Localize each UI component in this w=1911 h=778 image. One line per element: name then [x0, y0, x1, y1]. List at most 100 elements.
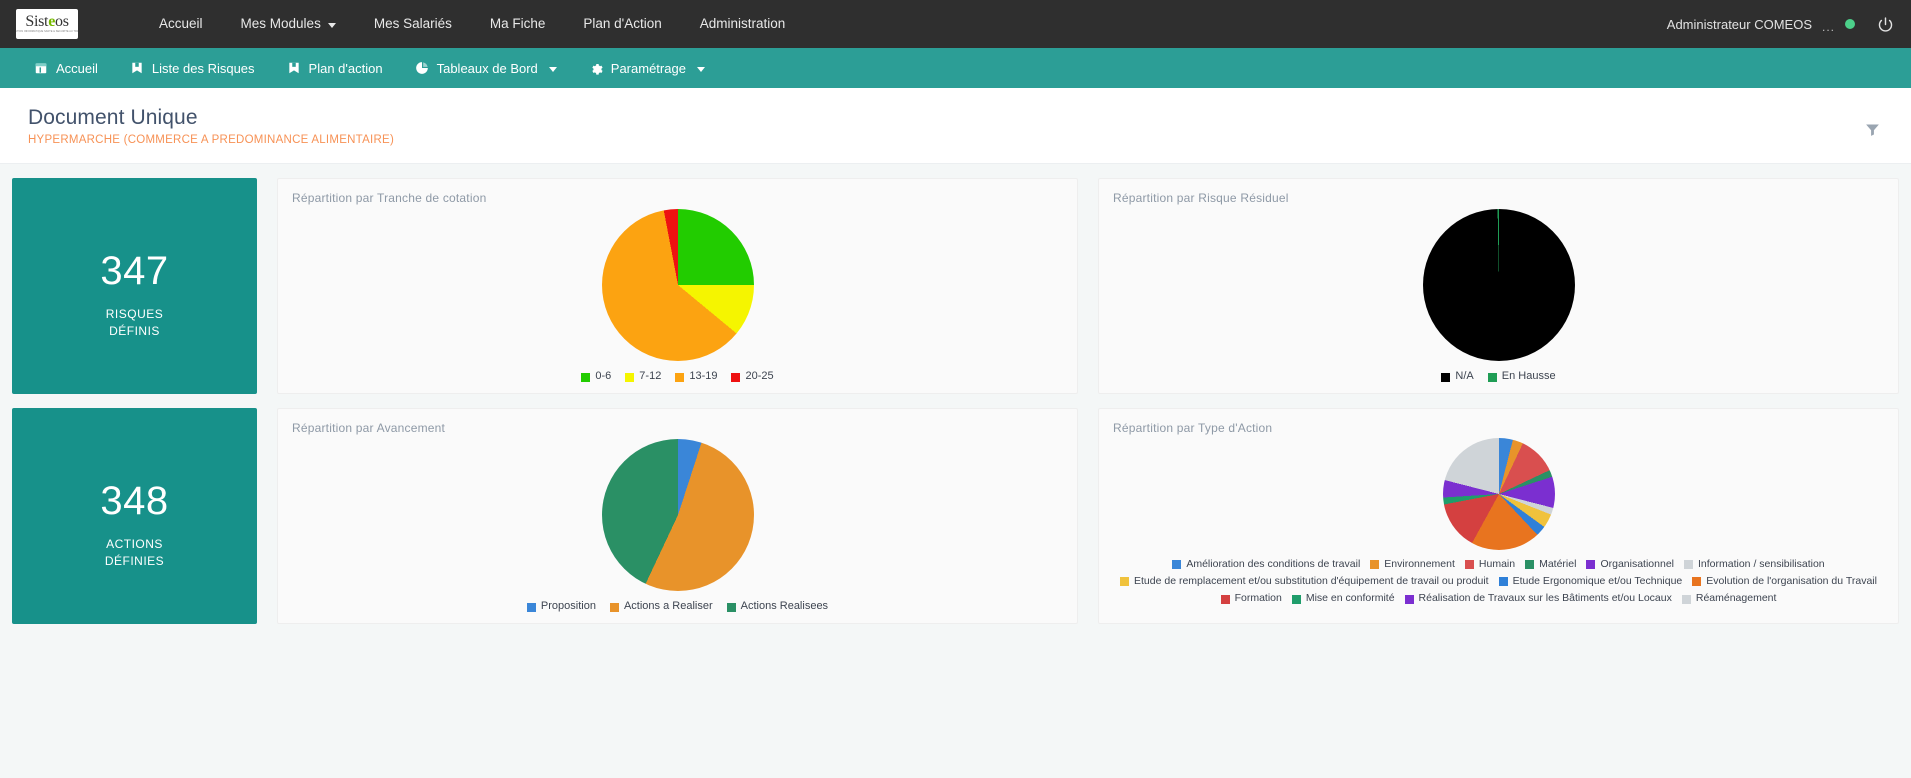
legend-swatch: [731, 372, 741, 382]
chart-title: Répartition par Tranche de cotation: [292, 191, 487, 205]
nav-label: Accueil: [159, 16, 203, 31]
chart-plot-area: [292, 205, 1063, 365]
legend-item[interactable]: Actions Realisees: [726, 599, 829, 615]
chart-title: Répartition par Avancement: [292, 421, 446, 435]
chevron-down-icon: [327, 22, 336, 28]
pie-chart-risque-residuel[interactable]: [1422, 209, 1575, 362]
chart-legend: Proposition Actions a Realiser Actions Rea…: [292, 595, 1063, 623]
subnav-item-plan-daction[interactable]: Plan d'action: [271, 48, 399, 88]
chart-card-tranche-cotation: Répartition par Tranche de cotation 0-6 7…: [277, 178, 1078, 394]
nav-item-mes-salaries[interactable]: Mes Salariés: [355, 0, 471, 48]
kpi-label-line2: DÉFINIES: [104, 553, 165, 568]
legend-label: 13-19: [689, 370, 718, 383]
legend-swatch: [1120, 577, 1130, 587]
kpi-card-risques[interactable]: 347 RISQUES DÉFINIS: [12, 178, 257, 394]
legend-label: Etude Ergonomique et/ou Technique: [1512, 575, 1683, 588]
dashboard-grid: 347 RISQUES DÉFINIS Répartition par Tran…: [0, 164, 1911, 624]
nav-item-plan-daction[interactable]: Plan d'Action: [564, 0, 680, 48]
legend-item[interactable]: Etude de remplacement et/ou substitution…: [1120, 574, 1489, 589]
legend-item[interactable]: Mise en conformité: [1291, 591, 1395, 606]
legend-item[interactable]: 20-25: [731, 369, 774, 385]
legend-label: En Hausse: [1501, 370, 1556, 383]
legend-item[interactable]: N/A: [1441, 369, 1474, 385]
kpi-value: 348: [100, 479, 169, 524]
page-subtitle: HYPERMARCHE (COMMERCE A PREDOMINANCE ALI…: [28, 134, 395, 146]
legend-label: Proposition: [540, 600, 596, 613]
legend-item[interactable]: Formation: [1220, 591, 1282, 606]
subnav-label: Plan d'action: [308, 60, 383, 76]
logo-text-end: os: [55, 13, 69, 31]
subnav-label: Paramétrage: [610, 60, 686, 76]
legend-label: Actions a Realiser: [623, 600, 713, 613]
legend-label: Amélioration des conditions de travail: [1186, 558, 1361, 570]
legend-item[interactable]: 13-19: [675, 369, 717, 385]
legend-item[interactable]: Proposition: [526, 599, 596, 615]
legend-item[interactable]: Environnement: [1370, 557, 1455, 572]
legend-item[interactable]: Organisationnel: [1586, 557, 1674, 572]
subnav-item-tableaux-de-bord[interactable]: Tableaux de Bord: [399, 48, 573, 88]
page-title: Document Unique: [28, 106, 198, 129]
legend-swatch: [1220, 594, 1230, 604]
legend-label: Réaménagement: [1695, 592, 1777, 605]
legend-item[interactable]: 0-6: [581, 369, 611, 385]
legend-label: Formation: [1234, 592, 1282, 605]
apple-icon: e: [48, 13, 55, 31]
legend-swatch: [581, 372, 591, 382]
online-status-indicator: [1845, 19, 1855, 29]
legend-item[interactable]: Réaménagement: [1681, 591, 1777, 606]
legend-label: Evolution de l'organisation du Travail: [1706, 575, 1877, 588]
legend-item[interactable]: Evolution de l'organisation du Travail: [1692, 574, 1877, 589]
nav-label: Mes Salariés: [373, 16, 452, 31]
chart-legend: 0-6 7-12 13-19 20-25: [292, 365, 1063, 393]
chart-plot-area: [292, 435, 1063, 595]
legend-item[interactable]: Amélioration des conditions de travail: [1172, 557, 1360, 572]
current-user-label: Administrateur COMEOS: [1666, 16, 1812, 32]
pie-chart-tranche-cotation[interactable]: [601, 209, 754, 362]
legend-item[interactable]: Humain: [1464, 557, 1515, 572]
legend-item[interactable]: Actions a Realiser: [609, 599, 713, 615]
legend-label: Mise en conformité: [1305, 592, 1395, 605]
legend-item[interactable]: 7-12: [625, 369, 661, 385]
legend-swatch: [526, 602, 536, 612]
power-icon[interactable]: [1875, 14, 1895, 34]
pie-chart-type-action[interactable]: [1442, 438, 1555, 550]
chevron-down-icon: [696, 66, 705, 72]
legend-swatch: [1525, 560, 1535, 570]
legend-label: Matériel: [1539, 558, 1577, 570]
legend-label: Environnement: [1384, 558, 1455, 570]
nav-item-mes-modules[interactable]: Mes Modules: [222, 0, 355, 48]
chart-card-type-action: Répartition par Type d'Action Améliorati…: [1098, 408, 1899, 624]
subnav-item-liste-des-risques[interactable]: Liste des Risques: [114, 48, 271, 88]
chart-legend: N/A En Hausse: [1113, 365, 1884, 393]
nav-item-accueil[interactable]: Accueil: [140, 0, 222, 48]
nav-item-administration[interactable]: Administration: [681, 0, 805, 48]
legend-label: Réalisation de Travaux sur les Bâtiments…: [1418, 592, 1672, 605]
legend-swatch: [1692, 577, 1702, 587]
subnav-label: Liste des Risques: [151, 60, 255, 76]
chart-title: Répartition par Risque Résiduel: [1113, 191, 1289, 205]
legend-label: Information / sensibilisation: [1698, 558, 1825, 570]
kpi-value: 347: [100, 249, 169, 294]
legend-swatch: [1684, 560, 1693, 570]
legend-swatch: [1441, 372, 1451, 382]
legend-item[interactable]: Réalisation de Travaux sur les Bâtiments…: [1404, 591, 1672, 606]
subnav-item-accueil[interactable]: Accueil: [18, 48, 114, 88]
nav-item-ma-fiche[interactable]: Ma Fiche: [471, 0, 565, 48]
legend-label: Etude de remplacement et/ou substitution…: [1134, 575, 1489, 588]
chart-plot-area: [1113, 435, 1884, 553]
legend-label: Actions Realisees: [740, 600, 829, 613]
pie-chart-avancement[interactable]: [601, 439, 754, 592]
sisteos-logo[interactable]: Sisteos SOLUTION INFORMATIQUE SANTE & SE…: [16, 9, 78, 39]
filter-icon[interactable]: [1859, 116, 1885, 142]
user-menu-button[interactable]: ...: [1822, 20, 1835, 34]
legend-item[interactable]: Etude Ergonomique et/ou Technique: [1498, 574, 1683, 589]
legend-item[interactable]: En Hausse: [1487, 369, 1556, 385]
legend-swatch: [1172, 560, 1182, 570]
kpi-card-actions[interactable]: 348 ACTIONS DÉFINIES: [12, 408, 257, 624]
subnav-label: Tableaux de Bord: [436, 60, 538, 76]
legend-swatch: [1370, 560, 1380, 570]
kpi-label-line1: RISQUES: [105, 307, 164, 322]
legend-item[interactable]: Matériel: [1525, 557, 1576, 572]
subnav-item-parametrage[interactable]: Paramétrage: [573, 48, 721, 88]
legend-item[interactable]: Information / sensibilisation: [1684, 557, 1825, 572]
